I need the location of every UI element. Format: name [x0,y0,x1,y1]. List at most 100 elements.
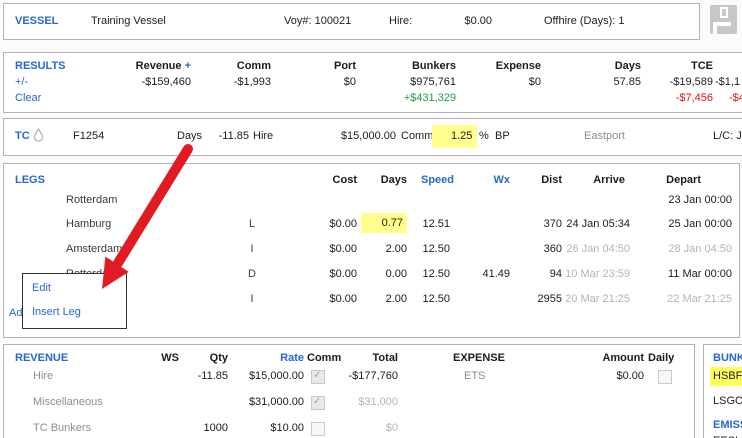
revenue-row[interactable]: TC Bunkers 1000 $10.00 $0 [4,421,692,437]
result-revenue: -$159,460 [101,75,191,90]
col-header-comm: Comm [181,59,271,74]
result-tce-delta: -$7,456 [623,91,713,106]
results-section-label: RESULTS [15,59,66,74]
result-bunkers-delta: +$431,329 [366,91,456,106]
revenue-header-total: Total [318,351,398,366]
context-menu-edit[interactable]: Edit [32,281,51,296]
tc-port[interactable]: Eastport [584,129,625,144]
leg-arrive: 24 Jan 05:34 [540,217,630,232]
results-panel: RESULTS +/- Clear Revenue + Comm Port Bu… [3,52,742,113]
leg-depart: 25 Jan 00:00 [642,217,732,232]
result-extra-delta: -$4 [729,91,742,106]
result-port: $0 [266,75,356,90]
col-header-port: Port [266,59,356,74]
revenue-qty[interactable]: 1000 [168,421,228,436]
legs-section-label: LEGS [15,173,45,188]
leg-port-name[interactable]: Rotterdam [66,193,117,208]
voyage-number[interactable]: Voy#: 100021 [284,14,351,29]
bunkers-fuel-hsbf[interactable]: HSBFO [710,367,742,382]
leg-type: I [246,292,258,307]
tc-days-value[interactable]: -11.85 [199,129,249,144]
leg-wx: 41.49 [450,267,510,282]
tc-code[interactable]: F1254 [73,129,104,144]
revenue-rate[interactable]: $10.00 [244,421,304,436]
leg-row[interactable]: Hamburg L $0.00 0.77 12.51 370 24 Jan 05… [4,217,737,233]
vessel-name[interactable]: Training Vessel [91,14,166,29]
result-expense: $0 [451,75,541,90]
tc-lc[interactable]: L/C: Jan [713,129,742,144]
leg-arrive: 26 Jan 04:50 [540,242,630,257]
offhire-days[interactable]: Offhire (Days): 1 [544,14,625,29]
leg-speed[interactable]: 12.51 [390,217,450,232]
col-header-expense: Expense [451,59,541,74]
revenue-rate[interactable]: $31,000.00 [244,395,304,410]
revenue-row-name: Miscellaneous [33,395,103,410]
expense-header-amount: Amount [584,351,644,366]
vessel-section-label: VESSEL [15,14,58,29]
leg-context-menu: Edit Insert Leg [22,273,127,329]
legs-header-arrive: Arrive [540,173,625,188]
result-extra: -$1,1 [715,75,740,90]
tc-hire-value[interactable]: $15,000.00 [336,129,396,144]
revenue-total: -$177,760 [318,369,398,384]
result-bunkers: $975,761 [366,75,456,90]
tc-section-label: TC [15,129,30,144]
revenue-row-name: Hire [33,369,53,384]
revenue-row[interactable]: Miscellaneous $31,000.00 $31,000 [4,395,692,411]
revenue-qty[interactable]: -11.85 [168,369,228,384]
leg-row[interactable]: Rotterdam 23 Jan 00:00 [4,193,737,209]
revenue-total: $31,000 [318,395,398,410]
revenue-expense-panel: REVENUE WS Qty Rate Comm Total EXPENSE A… [3,344,695,438]
leg-speed[interactable]: 12.50 [390,267,450,282]
legs-header-wx[interactable]: Wx [450,173,510,188]
leg-depart: 22 Mar 21:25 [642,292,732,307]
save-button[interactable] [709,4,738,38]
expense-header-daily: Daily [648,351,674,366]
expense-section-label: EXPENSE [453,351,505,366]
context-menu-insert-leg[interactable]: Insert Leg [32,305,81,320]
revenue-row[interactable]: Hire -11.85 $15,000.00 -$177,760 ETS $0.… [4,369,692,385]
leg-port-name[interactable]: Hamburg [66,217,111,232]
tc-comm-label: Comm [401,129,433,144]
tc-panel: TC F1254 Days -11.85 Hire $15,000.00 Com… [3,118,742,156]
col-header-bunkers: Bunkers [366,59,456,74]
vessel-panel: VESSEL Training Vessel Voy#: 100021 Hire… [3,3,700,40]
app-window: VESSEL Training Vessel Voy#: 100021 Hire… [0,0,742,438]
leg-depart: 23 Jan 00:00 [642,193,732,208]
tc-comm-value[interactable]: 1.25 [432,125,477,140]
vessel-hire-label: Hire: [389,14,412,29]
revenue-header-qty: Qty [168,351,228,366]
expense-amount[interactable]: $0.00 [584,369,644,384]
col-header-tce: TCE [623,59,713,74]
legs-header-depart: Depart [616,173,701,188]
leg-arrive: 20 Mar 21:25 [540,292,630,307]
expense-row-name: ETS [464,369,485,384]
legs-header-speed[interactable]: Speed [394,173,454,188]
revenue-section-label: REVENUE [15,351,68,366]
vessel-hire-value[interactable]: $0.00 [432,14,492,29]
col-header-revenue: Revenue + [101,59,191,74]
droplet-icon [33,128,44,145]
bunkers-section-label: BUNKERS [713,351,742,366]
leg-depart: 28 Jan 04:50 [642,242,732,257]
tc-bp-label: BP [495,129,510,144]
revenue-row-name: TC Bunkers [33,421,91,436]
tc-percent-sign: % [479,129,489,144]
results-clear-link[interactable]: Clear [15,91,41,106]
emissions-row[interactable]: EESI [713,434,738,438]
emissions-section-label: EMISSIONS [713,418,742,433]
result-tce: -$19,589 [623,75,713,90]
leg-speed[interactable]: 12.50 [390,242,450,257]
leg-type: I [246,242,258,257]
revenue-rate[interactable]: $15,000.00 [244,369,304,384]
bunkers-fuel-lsgo[interactable]: LSGO [713,394,742,409]
daily-checkbox[interactable] [658,370,672,384]
result-comm: -$1,993 [181,75,271,90]
leg-port-name[interactable]: Amsterdam [66,242,122,257]
tc-hire-label: Hire [253,129,273,144]
leg-speed[interactable]: 12.50 [390,292,450,307]
revenue-header-rate[interactable]: Rate [244,351,304,366]
results-plusminus[interactable]: +/- [15,75,28,90]
leg-depart: 11 Mar 00:00 [642,267,732,282]
leg-row[interactable]: Amsterdam I $0.00 2.00 12.50 360 26 Jan … [4,242,737,258]
